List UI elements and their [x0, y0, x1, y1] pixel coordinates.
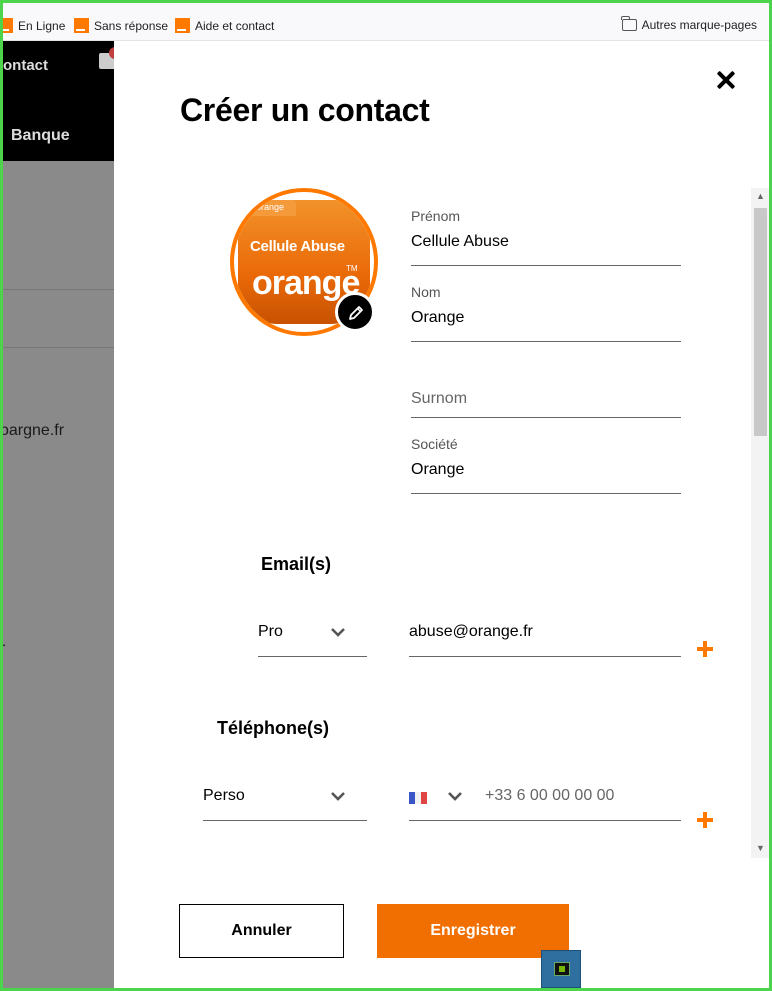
background-text: r — [0, 640, 6, 657]
cancel-button[interactable]: Annuler — [179, 904, 344, 958]
prenom-label: Prénom — [411, 208, 461, 224]
modal-title: Créer un contact — [180, 92, 430, 128]
add-phone-plus-icon[interactable] — [697, 812, 713, 828]
nom-value[interactable]: Orange — [411, 309, 464, 327]
chevron-down-icon[interactable] — [447, 791, 463, 801]
surnom-placeholder[interactable]: Surnom — [411, 390, 467, 408]
background-page: ontact Banque oargne.fr r — [0, 41, 114, 991]
bookmark-aide-contact[interactable]: Aide et contact — [175, 18, 274, 33]
email-input[interactable]: abuse@orange.fr — [409, 607, 681, 657]
societe-value[interactable]: Orange — [411, 461, 464, 479]
prenom-value[interactable]: Cellule Abuse — [411, 233, 509, 251]
background-nav-contact: ontact — [3, 57, 48, 74]
bookmarks-bar: En Ligne Sans réponse Aide et contact Au… — [0, 0, 772, 41]
orange-favicon-icon — [74, 18, 89, 33]
phone-placeholder: +33 6 00 00 00 00 — [485, 787, 615, 804]
phone-type-value: Perso — [203, 787, 245, 804]
bookmark-en-ligne[interactable]: En Ligne — [0, 18, 65, 33]
email-type-value: Pro — [258, 623, 283, 640]
phone-input[interactable]: +33 6 00 00 00 00 — [409, 771, 681, 821]
email-value: abuse@orange.fr — [409, 623, 533, 640]
close-icon[interactable] — [715, 69, 737, 91]
prenom-field[interactable]: Prénom Cellule Abuse — [411, 190, 681, 266]
phone-type-select[interactable]: Perso — [203, 771, 367, 821]
avatar-label: Cellule Abuse — [250, 238, 345, 255]
background-email-text: oargne.fr — [0, 422, 65, 439]
divider — [0, 289, 114, 290]
gpu-extension-icon[interactable] — [541, 950, 581, 988]
background-nav: ontact Banque — [0, 41, 114, 161]
bookmark-sans-reponse[interactable]: Sans réponse — [74, 18, 168, 33]
orange-favicon-icon — [0, 18, 13, 33]
add-email-plus-icon[interactable] — [697, 641, 713, 657]
scroll-down-icon[interactable]: ▼ — [756, 844, 765, 853]
create-contact-modal: Créer un contact orange Cellule Abuse or… — [114, 41, 772, 991]
background-nav-banque: Banque — [11, 127, 70, 144]
societe-label: Société — [411, 436, 458, 452]
nom-field[interactable]: Nom Orange — [411, 266, 681, 342]
nom-label: Nom — [411, 284, 441, 300]
contact-form-scroll-area[interactable]: orange Cellule Abuse orange TM Prénom Ce… — [114, 188, 772, 858]
societe-field[interactable]: Société Orange — [411, 418, 681, 494]
other-bookmarks-folder[interactable]: Autres marque-pages — [621, 16, 757, 32]
other-bookmarks-label: Autres marque-pages — [641, 18, 757, 32]
chevron-down-icon — [331, 792, 345, 801]
bookmark-label: En Ligne — [18, 18, 66, 33]
email-type-select[interactable]: Pro — [258, 607, 367, 657]
mail-icon — [99, 47, 114, 69]
scroll-up-icon[interactable]: ▲ — [756, 192, 765, 201]
scrollbar[interactable]: ▲ ▼ — [751, 188, 770, 858]
emails-section-title: Email(s) — [261, 554, 332, 574]
scrollbar-thumb[interactable] — [754, 208, 767, 436]
bookmark-label: Sans réponse — [94, 18, 169, 33]
pencil-icon — [349, 306, 363, 320]
avatar-trademark: TM — [346, 264, 358, 273]
orange-favicon-icon — [175, 18, 190, 33]
avatar-tab-text: orange — [250, 200, 296, 216]
divider — [0, 347, 114, 348]
surnom-field[interactable]: Surnom — [411, 342, 681, 418]
bookmark-label: Aide et contact — [195, 18, 275, 33]
folder-icon — [621, 16, 637, 31]
chevron-down-icon — [331, 628, 345, 637]
france-flag-icon[interactable] — [409, 792, 427, 804]
edit-avatar-button[interactable] — [335, 292, 375, 332]
phones-section-title: Téléphone(s) — [217, 718, 330, 738]
